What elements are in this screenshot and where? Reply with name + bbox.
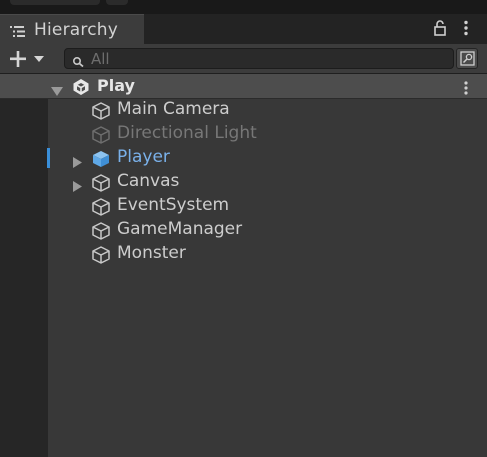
gameobject-label: GameManager — [117, 219, 243, 239]
gameobject-label: Player — [117, 147, 170, 167]
gameobject-label: Directional Light — [117, 123, 257, 143]
tab-label: Hierarchy — [34, 20, 118, 40]
gameobject-label: Canvas — [117, 171, 180, 191]
gameobject-cube-icon — [91, 245, 111, 269]
hierarchy-list-icon — [10, 23, 26, 42]
gameobject-row-main-camera[interactable]: Main Camera — [48, 98, 487, 122]
hierarchy-gutter — [0, 74, 48, 457]
offscreen-tab — [10, 0, 100, 5]
gameobject-label: EventSystem — [117, 195, 230, 215]
search-filter-button[interactable] — [456, 48, 478, 69]
gameobject-row-directional-light[interactable]: Directional Light — [48, 122, 487, 146]
gameobject-label: Main Camera — [117, 99, 230, 119]
tab-hierarchy[interactable]: Hierarchy — [0, 14, 144, 44]
scene-name: Play — [97, 76, 135, 95]
search-icon — [72, 53, 86, 72]
search-field[interactable] — [64, 48, 454, 69]
search-window-icon — [460, 51, 475, 66]
scene-more-options-icon[interactable] — [463, 80, 469, 99]
top-strip — [0, 0, 487, 14]
offscreen-tab — [106, 0, 128, 5]
gameobject-row-canvas[interactable]: Canvas — [48, 170, 487, 194]
more-options-icon[interactable] — [463, 20, 469, 40]
toolbar — [0, 44, 487, 74]
scene-header[interactable]: Play — [0, 74, 487, 99]
gameobject-row-monster[interactable]: Monster — [48, 242, 487, 266]
gameobject-label: Monster — [117, 243, 186, 263]
gameobject-row-player[interactable]: Player — [48, 146, 487, 170]
gameobject-row-gamemanager[interactable]: GameManager — [48, 218, 487, 242]
unity-scene-icon — [72, 78, 90, 100]
lock-icon[interactable] — [433, 20, 447, 40]
gameobject-row-eventsystem[interactable]: EventSystem — [48, 194, 487, 218]
create-dropdown-button[interactable] — [9, 50, 49, 72]
search-input[interactable] — [91, 50, 431, 67]
